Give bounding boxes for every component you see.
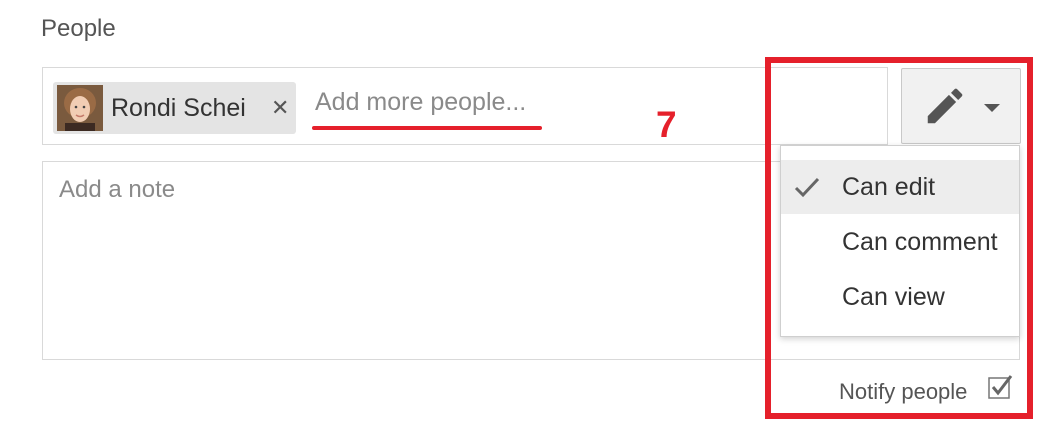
notify-people-label: Notify people	[839, 379, 968, 404]
note-input[interactable]	[59, 176, 759, 346]
menu-item-label: Can edit	[842, 173, 936, 201]
recipient-chip: Rondi Schei ✕	[53, 82, 296, 134]
check-icon	[794, 177, 820, 198]
menu-item-can-view[interactable]: Can view	[781, 270, 1019, 324]
add-people-input[interactable]	[315, 86, 575, 118]
menu-item-can-comment[interactable]: Can comment	[781, 215, 1019, 269]
avatar	[57, 85, 103, 131]
recipient-name: Rondi Schei	[111, 94, 246, 122]
caret-down-icon	[984, 104, 1000, 112]
notify-checkbox[interactable]	[987, 374, 1013, 400]
menu-item-label: Can view	[842, 283, 945, 311]
people-field[interactable]: Rondi Schei ✕	[42, 67, 888, 145]
menu-item-can-edit[interactable]: Can edit	[781, 160, 1019, 214]
step-number-annotation: 7	[656, 104, 677, 145]
menu-item-label: Can comment	[842, 228, 998, 256]
input-underline-annotation	[312, 126, 542, 130]
pencil-icon	[927, 88, 963, 124]
permission-menu: Can edit Can comment Can view	[780, 145, 1020, 337]
people-section-label: People	[41, 15, 116, 42]
permission-dropdown-button[interactable]	[901, 68, 1021, 144]
remove-recipient-icon[interactable]: ✕	[271, 95, 289, 121]
